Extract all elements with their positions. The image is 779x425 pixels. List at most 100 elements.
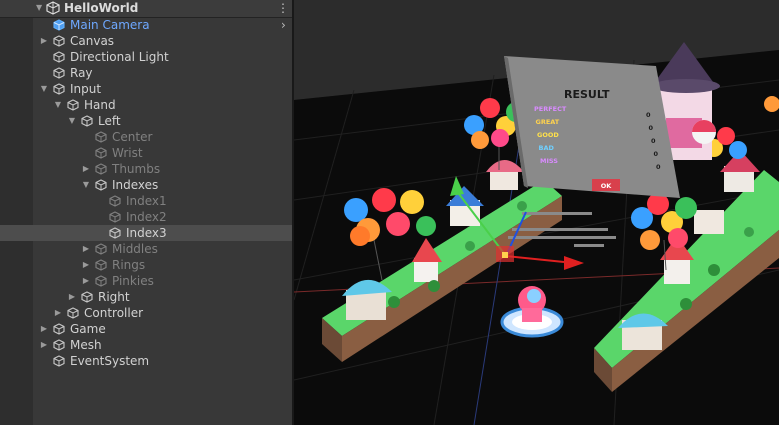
hierarchy-item-label: Main Camera: [70, 18, 150, 32]
more-menu-icon[interactable]: ⋮: [277, 0, 289, 16]
hierarchy-item-label: Input: [70, 82, 102, 96]
hierarchy-item-label: Index3: [126, 226, 167, 240]
hierarchy-item-label: Index1: [126, 194, 167, 208]
hierarchy-item-right[interactable]: ▶ Right: [0, 289, 292, 305]
hierarchy-item-left[interactable]: ▼ Left: [0, 113, 292, 129]
result-value: 0: [649, 124, 654, 132]
hierarchy-item-ray[interactable]: Ray: [0, 65, 292, 81]
hierarchy-item-label: Pinkies: [112, 274, 154, 288]
hierarchy-item-main-camera[interactable]: Main Camera: [0, 17, 292, 33]
hierarchy-item-controller[interactable]: ▶ Controller: [0, 305, 292, 321]
hierarchy-item-center[interactable]: Center: [0, 129, 292, 145]
hierarchy-item-rings[interactable]: ▶ Rings: [0, 257, 292, 273]
hierarchy-item-label: Right: [98, 290, 130, 304]
hierarchy-item-label: EventSystem: [70, 354, 150, 368]
gameobject-cube-icon: [53, 355, 65, 367]
result-label: MISS: [540, 157, 558, 165]
hierarchy-item-label: Directional Light: [70, 50, 169, 64]
expand-arrow-icon[interactable]: ▼: [53, 97, 63, 113]
gameobject-cube-icon: [53, 67, 65, 79]
result-value: 0: [646, 111, 651, 119]
hierarchy-scene-header[interactable]: ▼ HelloWorld ⋮: [0, 0, 292, 18]
scene-ui-text-1: [522, 212, 592, 215]
hierarchy-item-label: Thumbs: [112, 162, 161, 176]
hierarchy-item-directional-light[interactable]: Directional Light: [0, 49, 292, 65]
gameobject-cube-icon: [53, 51, 65, 63]
gameobject-cube-icon: [53, 339, 65, 351]
collapsed-arrow-icon[interactable]: ▶: [81, 241, 91, 257]
gameobject-cube-icon: [95, 147, 107, 159]
result-value: 0: [651, 137, 656, 145]
gameobject-cube-icon: [81, 291, 93, 303]
hierarchy-item-label: Index2: [126, 210, 167, 224]
gameobject-cube-icon: [53, 323, 65, 335]
result-panel: RESULT PERFECT 0 GREAT 0 GOOD 0 BAD 0 MISS 0 OK: [504, 56, 680, 198]
gameobject-cube-icon: [95, 243, 107, 255]
expand-arrow-icon[interactable]: ▼: [81, 177, 91, 193]
scene-ui-text-4: [574, 244, 604, 247]
gameobject-cube-icon: [81, 115, 93, 127]
expand-arrow-icon[interactable]: ▼: [67, 113, 77, 129]
scene-title[interactable]: HelloWorld: [64, 0, 138, 16]
hierarchy-item-input[interactable]: ▼ Input: [0, 81, 292, 97]
hierarchy-item-label: Indexes: [112, 178, 159, 192]
result-label: PERFECT: [534, 105, 567, 113]
scene-view[interactable]: RESULT PERFECT 0 GREAT 0 GOOD 0 BAD 0 MISS 0 OK: [294, 0, 779, 425]
collapsed-arrow-icon[interactable]: ▶: [39, 33, 49, 49]
hierarchy-item-label: Rings: [112, 258, 146, 272]
gameobject-cube-icon: [53, 35, 65, 47]
hierarchy-item-label: Center: [112, 130, 153, 144]
gameobject-cube-icon: [95, 275, 107, 287]
collapsed-arrow-icon[interactable]: ▶: [81, 257, 91, 273]
hierarchy-item-label: Game: [70, 322, 106, 336]
gameobject-cube-icon: [109, 195, 121, 207]
hierarchy-item-label: Hand: [84, 98, 116, 112]
hierarchy-panel: ▼ HelloWorld ⋮ Main Camera ▶ Canvas Directi…: [0, 0, 292, 425]
gameobject-cube-icon: [95, 131, 107, 143]
hierarchy-item-label: Middles: [112, 242, 158, 256]
hierarchy-item-hand[interactable]: ▼ Hand: [0, 97, 292, 113]
collapsed-arrow-icon[interactable]: ▶: [81, 273, 91, 289]
prefab-cube-icon: [53, 19, 65, 31]
result-label: GOOD: [537, 131, 559, 139]
gameobject-cube-icon: [95, 163, 107, 175]
hierarchy-item-game[interactable]: ▶ Game: [0, 321, 292, 337]
hierarchy-item-index1[interactable]: Index1: [0, 193, 292, 209]
ok-button[interactable]: OK: [601, 182, 613, 190]
result-label: GREAT: [536, 118, 560, 126]
collapsed-arrow-icon[interactable]: ▶: [67, 289, 77, 305]
hierarchy-item-label: Canvas: [70, 34, 115, 48]
gameobject-cube-icon: [95, 179, 107, 191]
hierarchy-item-label: Mesh: [70, 338, 102, 352]
chevron-right-icon[interactable]: ›: [281, 17, 286, 33]
scene-ui-text-2: [512, 228, 608, 231]
hierarchy-item-thumbs[interactable]: ▶ Thumbs: [0, 161, 292, 177]
hierarchy-item-index2[interactable]: Index2: [0, 209, 292, 225]
expand-arrow-icon[interactable]: ▼: [36, 0, 42, 16]
collapsed-arrow-icon[interactable]: ▶: [39, 337, 49, 353]
gameobject-cube-icon: [53, 83, 65, 95]
scene-ui-text-3: [508, 236, 616, 239]
result-label: BAD: [539, 144, 555, 152]
hierarchy-item-label: Left: [98, 114, 121, 128]
collapsed-arrow-icon[interactable]: ▶: [81, 161, 91, 177]
gameobject-cube-icon: [95, 259, 107, 271]
hierarchy-item-middles[interactable]: ▶ Middles: [0, 241, 292, 257]
hierarchy-item-label: Controller: [84, 306, 144, 320]
result-title: RESULT: [564, 88, 610, 101]
hierarchy-item-indexes[interactable]: ▼ Indexes: [0, 177, 292, 193]
scene-render: RESULT PERFECT 0 GREAT 0 GOOD 0 BAD 0 MISS 0 OK: [294, 0, 779, 425]
hierarchy-item-label: Ray: [70, 66, 93, 80]
hierarchy-item-pinkies[interactable]: ▶ Pinkies: [0, 273, 292, 289]
hierarchy-item-eventsystem[interactable]: EventSystem: [0, 353, 292, 369]
expand-arrow-icon[interactable]: ▼: [39, 81, 49, 97]
gameobject-cube-icon: [109, 227, 121, 239]
hierarchy-item-wrist[interactable]: Wrist: [0, 145, 292, 161]
result-value: 0: [654, 150, 659, 158]
hierarchy-item-canvas[interactable]: ▶ Canvas: [0, 33, 292, 49]
hierarchy-item-index3[interactable]: Index3: [0, 225, 292, 241]
collapsed-arrow-icon[interactable]: ▶: [53, 305, 63, 321]
collapsed-arrow-icon[interactable]: ▶: [39, 321, 49, 337]
hierarchy-item-mesh[interactable]: ▶ Mesh: [0, 337, 292, 353]
gameobject-cube-icon: [109, 211, 121, 223]
